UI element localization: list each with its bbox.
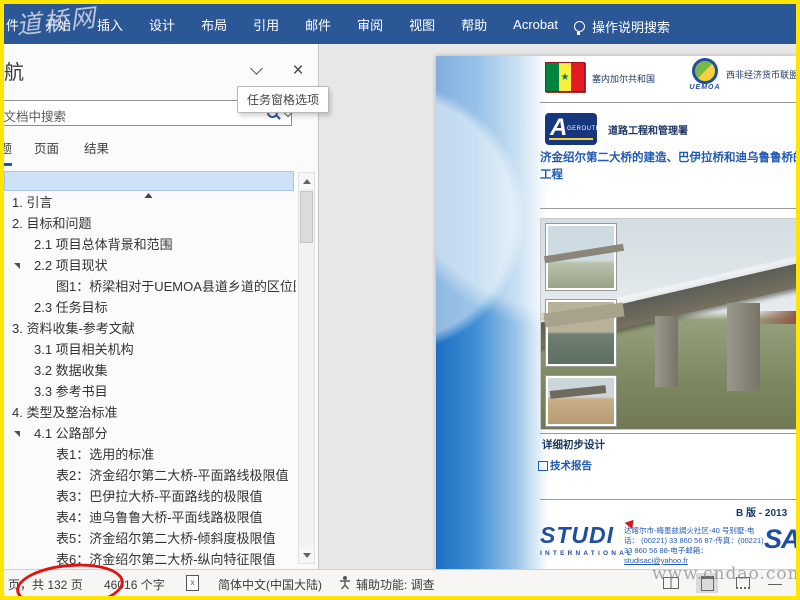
ribbon-tab[interactable]: 布局 xyxy=(201,15,227,34)
partner-logo: SA xyxy=(764,524,796,554)
ribbon-tab[interactable]: 引用 xyxy=(253,15,279,34)
heading-item[interactable]: 2.2 项目现状 xyxy=(4,255,296,276)
heading-item[interactable]: 2.1 项目总体背景和范围 xyxy=(4,234,296,255)
view-buttons: — xyxy=(660,572,782,594)
search-placeholder: 在文档中搜索 xyxy=(4,110,67,124)
inset-photo-3 xyxy=(545,375,617,427)
navigation-pane: 导航 × 在文档中搜索 标题 页面 结果 1. 引言2. 目标和问题2.1 项目… xyxy=(4,44,319,570)
navigation-tabs: 标题 页面 结果 xyxy=(4,138,304,166)
divider-line xyxy=(540,499,796,500)
divider-line xyxy=(540,102,796,103)
proofing-errors-icon[interactable]: x xyxy=(186,575,199,591)
heading-item[interactable]: 表5：济金绍尔第二大桥-倾斜度极限值 xyxy=(4,528,296,549)
chevron-down-icon xyxy=(249,61,263,75)
heading-item[interactable]: 表6：济金绍尔第二大桥-纵向特征限值 xyxy=(4,549,296,570)
lightbulb-icon xyxy=(574,21,585,35)
ribbon-tab-bar: 件 开始 插入 设计 布局 引用 邮件 审阅 视图 帮助 Acrobat xyxy=(4,4,796,44)
ribbon-tab[interactable]: 审阅 xyxy=(357,15,383,34)
version-label: B 版 - 2013 xyxy=(736,508,788,519)
accessibility-icon xyxy=(338,575,352,593)
screenshot-frame: 件开始插入设计布局引用邮件审阅视图帮助Acrobat 操作说明搜索 道桥网 导航… xyxy=(0,0,800,600)
heading-item[interactable]: 图1：桥梁相对于UEMOA县道乡道的区位图 xyxy=(4,276,296,297)
country-label: 塞内加尔共和国 xyxy=(592,74,656,84)
heading-item[interactable]: 表4：迪乌鲁鲁大桥-平面线路极限值 xyxy=(4,507,296,528)
tab-pages[interactable]: 页面 xyxy=(34,138,59,163)
zoom-out-button[interactable]: — xyxy=(768,575,782,591)
inset-photo-1 xyxy=(545,223,617,291)
ribbon-tab[interactable]: 插入 xyxy=(97,15,123,34)
bridge-pier xyxy=(654,315,678,387)
uemoa-logo: UEMOA xyxy=(688,58,722,91)
ribbon-tab[interactable]: Acrobat xyxy=(513,17,558,32)
inset-photo-2 xyxy=(545,299,617,367)
ribbon-tab[interactable]: 邮件 xyxy=(305,15,331,34)
ribbon-tab[interactable]: 设计 xyxy=(149,15,175,34)
heading-item[interactable]: 3.3 参考书目 xyxy=(4,381,296,402)
studi-address: 达喀尔市-梅墨兹绸火社区-40 号别墅-电话： (00221) 33 860 5… xyxy=(624,526,764,565)
scrollbar-thumb[interactable] xyxy=(300,191,313,243)
pane-close-button[interactable]: × xyxy=(286,60,310,80)
tell-me-label: 操作说明搜索 xyxy=(592,20,671,35)
navigation-pane-title: 导航 xyxy=(4,62,24,84)
word-count[interactable]: 46016 个字 xyxy=(104,576,165,593)
heading-item[interactable]: 表1：选用的标准 xyxy=(4,444,296,465)
print-layout-button[interactable] xyxy=(696,573,718,593)
document-page[interactable]: ★ 塞内加尔共和国 UEMOA 西非经济货币联盟 A GEROUTE 道路工程和… xyxy=(436,56,796,596)
tab-results[interactable]: 结果 xyxy=(84,138,109,163)
report-label-row: 技术报告 xyxy=(538,458,592,473)
heading-item[interactable]: 3.1 项目相关机构 xyxy=(4,339,296,360)
heading-item[interactable]: 2.3 任务目标 xyxy=(4,297,296,318)
heading-item[interactable]: 3. 资料收集-参考文献 xyxy=(4,318,296,339)
uemoa-globe-icon xyxy=(692,58,718,84)
headings-list: 1. 引言 2. 目标和问题 2.1 项目总体背景和范围 2.2 项目现状 图1：桥梁相… xyxy=(4,192,296,570)
ribbon-tab[interactable]: 视图 xyxy=(409,15,435,34)
studi-logo: STUDI INTERNATIONAL xyxy=(540,522,635,557)
close-icon: × xyxy=(292,59,304,81)
agency-label: 道路工程和管理署 xyxy=(608,126,688,137)
union-label: 西非经济货币联盟 xyxy=(726,70,796,80)
heading-item[interactable]: 表3：巴伊拉大桥-平面路线的极限值 xyxy=(4,486,296,507)
nav-scrollbar[interactable] xyxy=(298,172,315,564)
ribbon-tab[interactable]: 开始 xyxy=(45,15,71,34)
bridge-photo xyxy=(540,218,796,430)
selected-heading-row[interactable] xyxy=(4,171,294,198)
heading-item[interactable]: 4. 类型及整治标准 xyxy=(4,402,296,423)
senegal-flag: ★ xyxy=(545,62,585,92)
heading-item[interactable]: 4.1 公路部分 xyxy=(4,423,296,444)
ribbon-tab[interactable]: 件 xyxy=(6,15,19,34)
web-layout-button[interactable] xyxy=(732,573,754,593)
accessibility-status[interactable]: 辅助功能: 调查 xyxy=(356,576,435,593)
divider-line xyxy=(540,433,796,434)
page-count[interactable]: 页，共 132 页 xyxy=(8,576,83,593)
web-layout-icon xyxy=(736,577,750,589)
ribbon-tab[interactable]: 帮助 xyxy=(461,15,487,34)
print-layout-icon xyxy=(700,575,714,591)
pane-options-tooltip: 任务窗格选项 xyxy=(237,86,330,113)
email-link[interactable]: studisaci@yahoo.fr xyxy=(624,556,688,565)
checkbox-icon xyxy=(538,460,548,471)
cover-blue-gradient xyxy=(436,56,548,596)
pane-options-button[interactable] xyxy=(244,60,268,80)
scroll-down-icon[interactable] xyxy=(299,547,314,563)
language-status[interactable]: 简体中文(中国大陆) xyxy=(218,576,322,593)
design-stage-label: 详细初步设计 xyxy=(542,439,605,451)
heading-item[interactable]: 表2：济金绍尔第二大桥-平面路线极限值 xyxy=(4,465,296,486)
read-mode-button[interactable] xyxy=(660,573,682,593)
status-bar: 页，共 132 页 46016 个字 x 简体中文(中国大陆) 辅助功能: 调查… xyxy=(4,569,796,596)
heading-item[interactable]: 3.2 数据收集 xyxy=(4,360,296,381)
heading-item[interactable]: 1. 引言 xyxy=(4,192,296,213)
word-window: 件开始插入设计布局引用邮件审阅视图帮助Acrobat 操作说明搜索 道桥网 导航… xyxy=(4,4,796,596)
tab-headings[interactable]: 标题 xyxy=(4,138,13,166)
document-area: ★ 塞内加尔共和国 UEMOA 西非经济货币联盟 A GEROUTE 道路工程和… xyxy=(319,44,796,596)
cover-title: 济金绍尔第二大桥的建造、巴伊拉桥和迪乌鲁鲁桥的整治 工程 xyxy=(540,152,796,181)
read-mode-icon xyxy=(663,577,679,589)
far-shore xyxy=(752,311,796,324)
scroll-up-icon[interactable] xyxy=(299,173,314,189)
divider-line xyxy=(540,208,796,209)
heading-item[interactable]: 2. 目标和问题 xyxy=(4,213,296,234)
ageroute-logo: A GEROUTE xyxy=(545,113,597,145)
tell-me-search[interactable]: 操作说明搜索 xyxy=(574,17,670,36)
